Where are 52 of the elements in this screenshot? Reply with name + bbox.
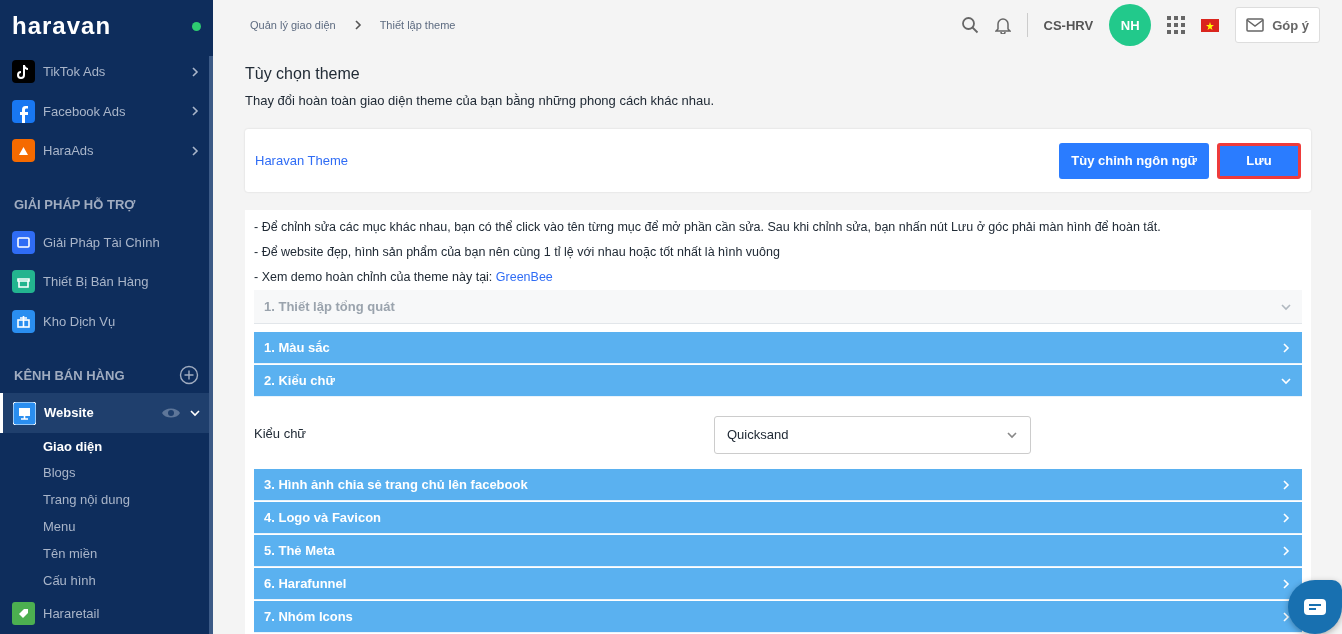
theme-link[interactable]: Haravan Theme — [255, 150, 348, 171]
flag-icon — [1201, 18, 1220, 32]
bell-icon — [994, 16, 1011, 35]
chat-icon — [1304, 599, 1326, 615]
tag-icon — [12, 602, 35, 626]
chevron-right-icon — [189, 105, 201, 118]
sidebar-item[interactable]: HaraAds — [43, 141, 181, 161]
gift-icon — [12, 309, 35, 333]
scrollbar[interactable] — [209, 56, 213, 634]
app-grid-icon — [1167, 16, 1186, 35]
section-heading: KÊNH BÁN HÀNG — [14, 366, 125, 385]
sidebar-item[interactable]: Kho Dịch Vụ — [43, 311, 201, 331]
font-select[interactable]: Quicksand — [714, 416, 1031, 454]
store-name[interactable]: CS-HRV — [1043, 15, 1094, 35]
note-text: - Xem demo hoàn chỉnh của theme này tại: GreenBee — [254, 269, 554, 286]
sidebar-item[interactable]: Facebook Ads — [43, 101, 181, 121]
page-subtitle: Thay đổi hoàn toàn giao diện theme của bạn bằng những phong cách khác nhau. — [245, 91, 716, 110]
monitor-icon — [13, 401, 36, 425]
card-icon — [12, 230, 35, 254]
f-letter-icon — [12, 99, 35, 123]
breadcrumb-link[interactable]: Quản lý giao diện — [250, 17, 336, 34]
search-icon — [960, 16, 979, 35]
note-text: - Để chỉnh sửa các mục khác nhau, bạn có thể click vào tên từng mục để mở phần cần sửa. Sau khi chỉnh sửa, bạn nhấn nút Lưu ở góc phải màn hình để hoàn tất. — [254, 219, 1162, 236]
music-note-icon — [12, 60, 35, 84]
section-heading: GIẢI PHÁP HỖ TRỢ — [14, 196, 136, 214]
logo[interactable]: haravan — [12, 14, 112, 38]
field-label: Kiểu chữ — [254, 425, 308, 443]
caret-icon — [1006, 429, 1018, 441]
feedback-button[interactable]: Góp ý — [1235, 7, 1320, 44]
submenu-item[interactable]: Giao diện — [43, 436, 103, 457]
sidebar-item[interactable]: Hararetail — [43, 603, 201, 624]
chevron-right-icon — [189, 65, 201, 78]
chevron-right-icon — [189, 144, 201, 157]
submenu-item[interactable]: Cấu hình — [43, 570, 96, 591]
sidebar-item[interactable]: Giải Pháp Tài Chính — [43, 232, 201, 252]
submenu-item[interactable]: Menu — [43, 517, 76, 537]
submenu-item[interactable]: Tên miền — [43, 543, 98, 564]
submenu-item[interactable]: Trang nội dung — [43, 490, 130, 510]
demo-link[interactable]: GreenBee — [495, 270, 553, 284]
sidebar-item[interactable]: TikTok Ads — [43, 62, 181, 82]
eye-icon — [161, 406, 181, 420]
add-icon — [179, 365, 199, 385]
breadcrumb-link[interactable]: Thiết lập theme — [379, 17, 456, 34]
note-text: - Để website đẹp, hình sản phẩm của bạn nên cùng 1 tỉ lệ với nhau hoặc tốt nhất là hình vuông — [254, 244, 781, 261]
page-title: Tùy chọn theme — [245, 63, 361, 84]
storefront-icon — [12, 270, 35, 294]
mail-icon — [1246, 18, 1265, 33]
submenu-item[interactable]: Blogs — [43, 463, 76, 483]
action-button[interactable]: Lưu — [1217, 142, 1301, 179]
sidebar-item[interactable]: Thiết Bị Bán Hàng — [43, 272, 201, 292]
action-button[interactable]: Tùy chỉnh ngôn ngữ — [1059, 142, 1209, 179]
chat-button[interactable] — [1288, 580, 1342, 634]
